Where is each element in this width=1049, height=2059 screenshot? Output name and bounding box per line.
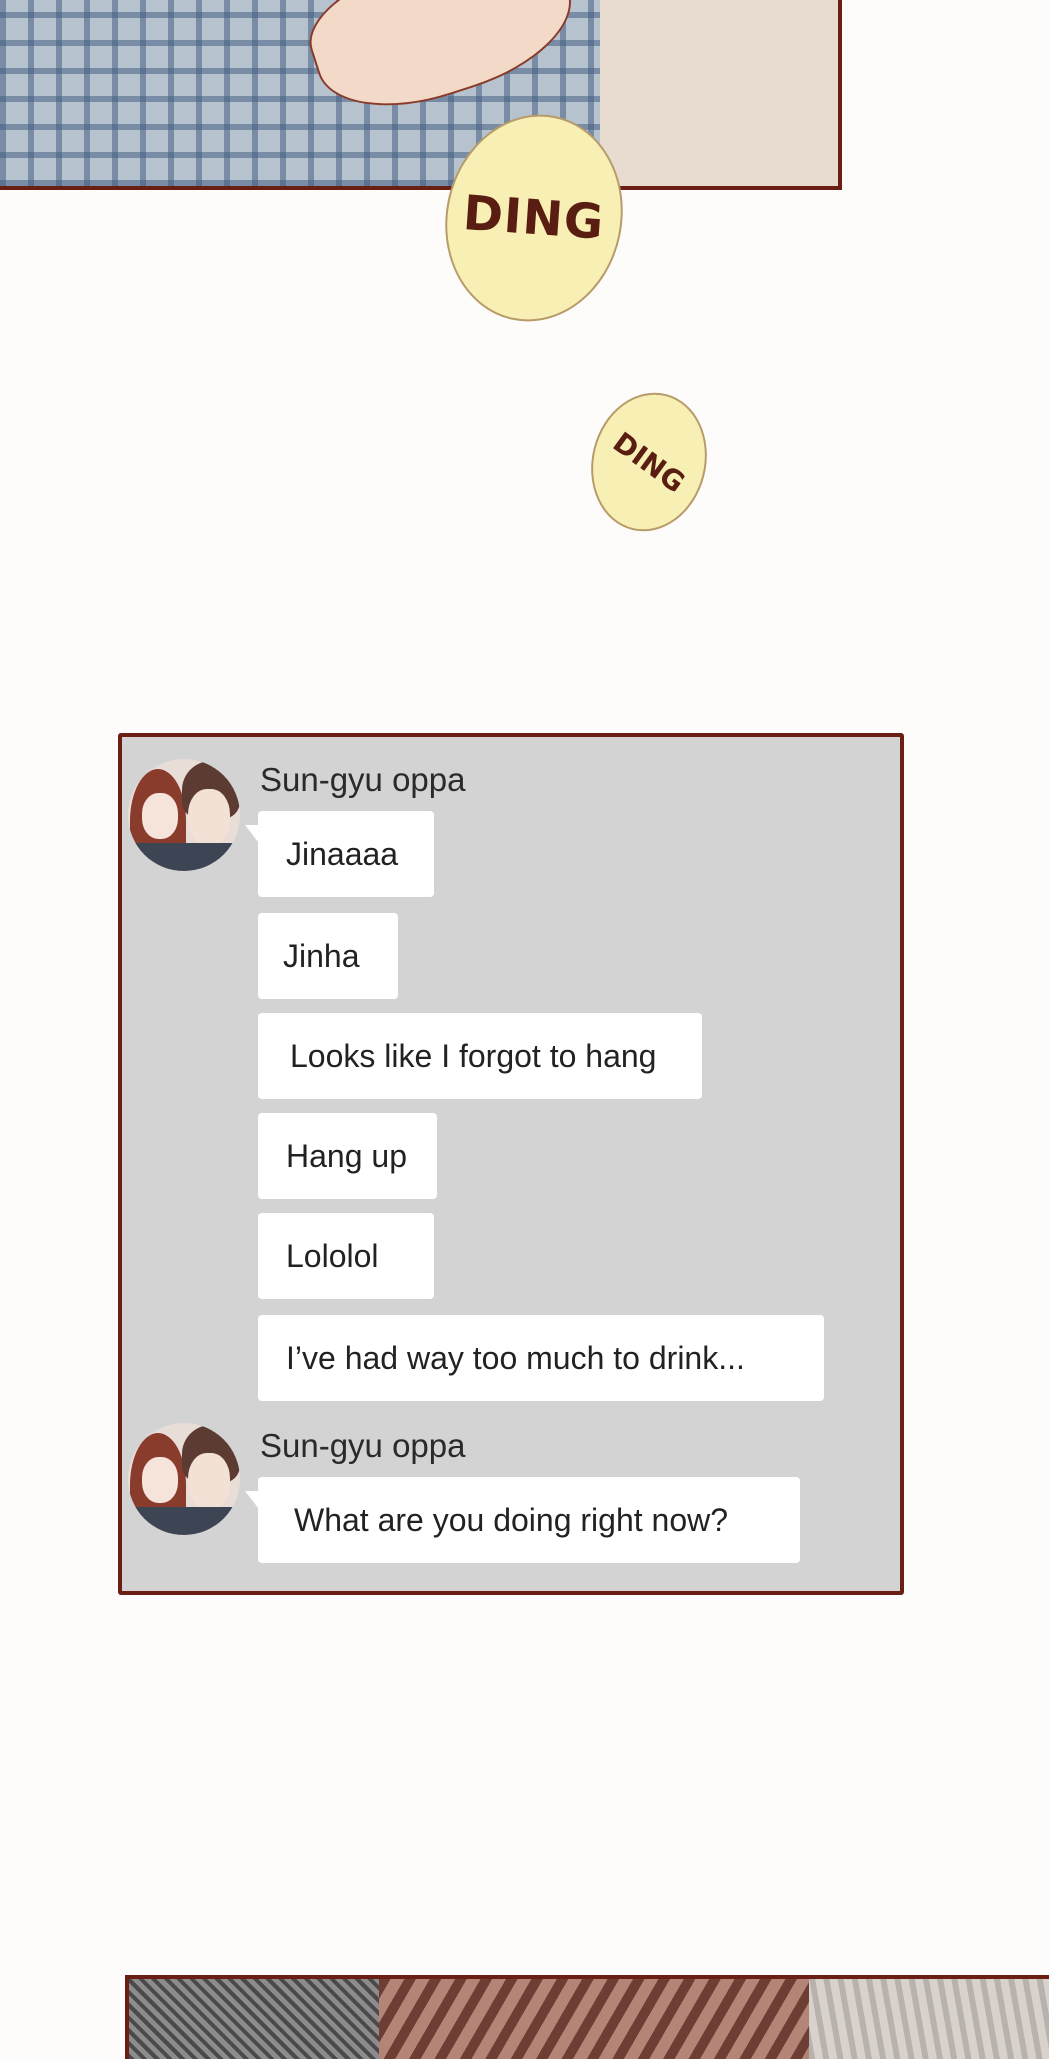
message-bubble: Lololol	[258, 1213, 434, 1299]
sender-name: Sun-gyu oppa	[260, 1427, 466, 1464]
message-bubble: Hang up	[258, 1113, 437, 1199]
hair-illustration	[379, 1979, 819, 2059]
ding-text-large: DING	[461, 185, 607, 251]
top-comic-panel	[0, 0, 842, 190]
stone-texture-illustration	[129, 1979, 389, 2059]
message-bubble: Jinaaaa	[245, 811, 434, 897]
message-bubble: What are you doing right now?	[245, 1477, 800, 1563]
sender-avatar	[128, 1423, 240, 1535]
chat-panel: Sun-gyu oppa Jinaaaa Jinha Looks like I …	[118, 733, 904, 1595]
message-bubble: I’ve had way too much to drink...	[258, 1315, 824, 1401]
message-bubble: Jinha	[258, 913, 398, 999]
ding-text-small: DING	[606, 425, 692, 499]
light-texture-illustration	[809, 1979, 1049, 2059]
ding-sound-effect-small: DING	[576, 380, 722, 544]
sender-name: Sun-gyu oppa	[260, 761, 466, 798]
bottom-comic-panel	[125, 1975, 1049, 2059]
sender-avatar	[128, 759, 240, 871]
message-bubble: Looks like I forgot to hang	[258, 1013, 702, 1099]
